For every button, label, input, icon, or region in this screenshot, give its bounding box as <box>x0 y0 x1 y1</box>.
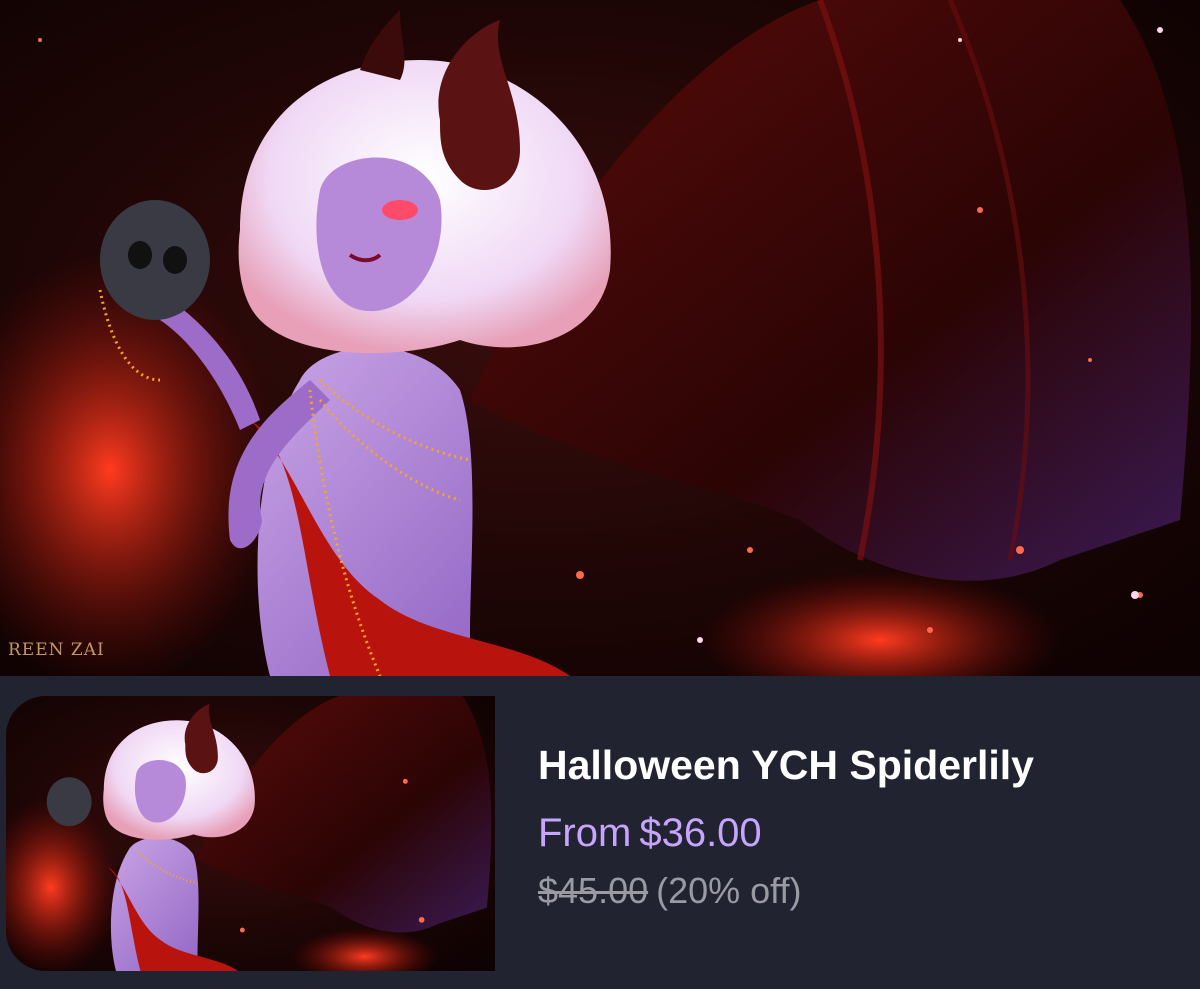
hero-artwork: REEN ZAI <box>0 0 1200 676</box>
price-prefix: From <box>538 811 632 855</box>
discount-badge: (20% off) <box>656 870 802 911</box>
product-title[interactable]: Halloween YCH Spiderlily <box>538 742 1034 789</box>
product-listing-card[interactable]: Halloween YCH Spiderlily From $36.00 $45.… <box>0 676 1200 989</box>
product-thumbnail[interactable] <box>6 696 495 971</box>
sale-price: $36.00 <box>639 811 762 855</box>
artist-watermark: REEN ZAI <box>8 640 105 660</box>
product-info: Halloween YCH Spiderlily From $36.00 $45.… <box>538 742 1034 912</box>
original-price: $45.00 <box>538 870 649 911</box>
price-line: From $36.00 <box>538 811 1034 856</box>
artwork-illustration <box>0 0 1200 676</box>
thumbnail-illustration <box>6 696 495 971</box>
original-price-line: $45.00 (20% off) <box>538 870 1034 912</box>
